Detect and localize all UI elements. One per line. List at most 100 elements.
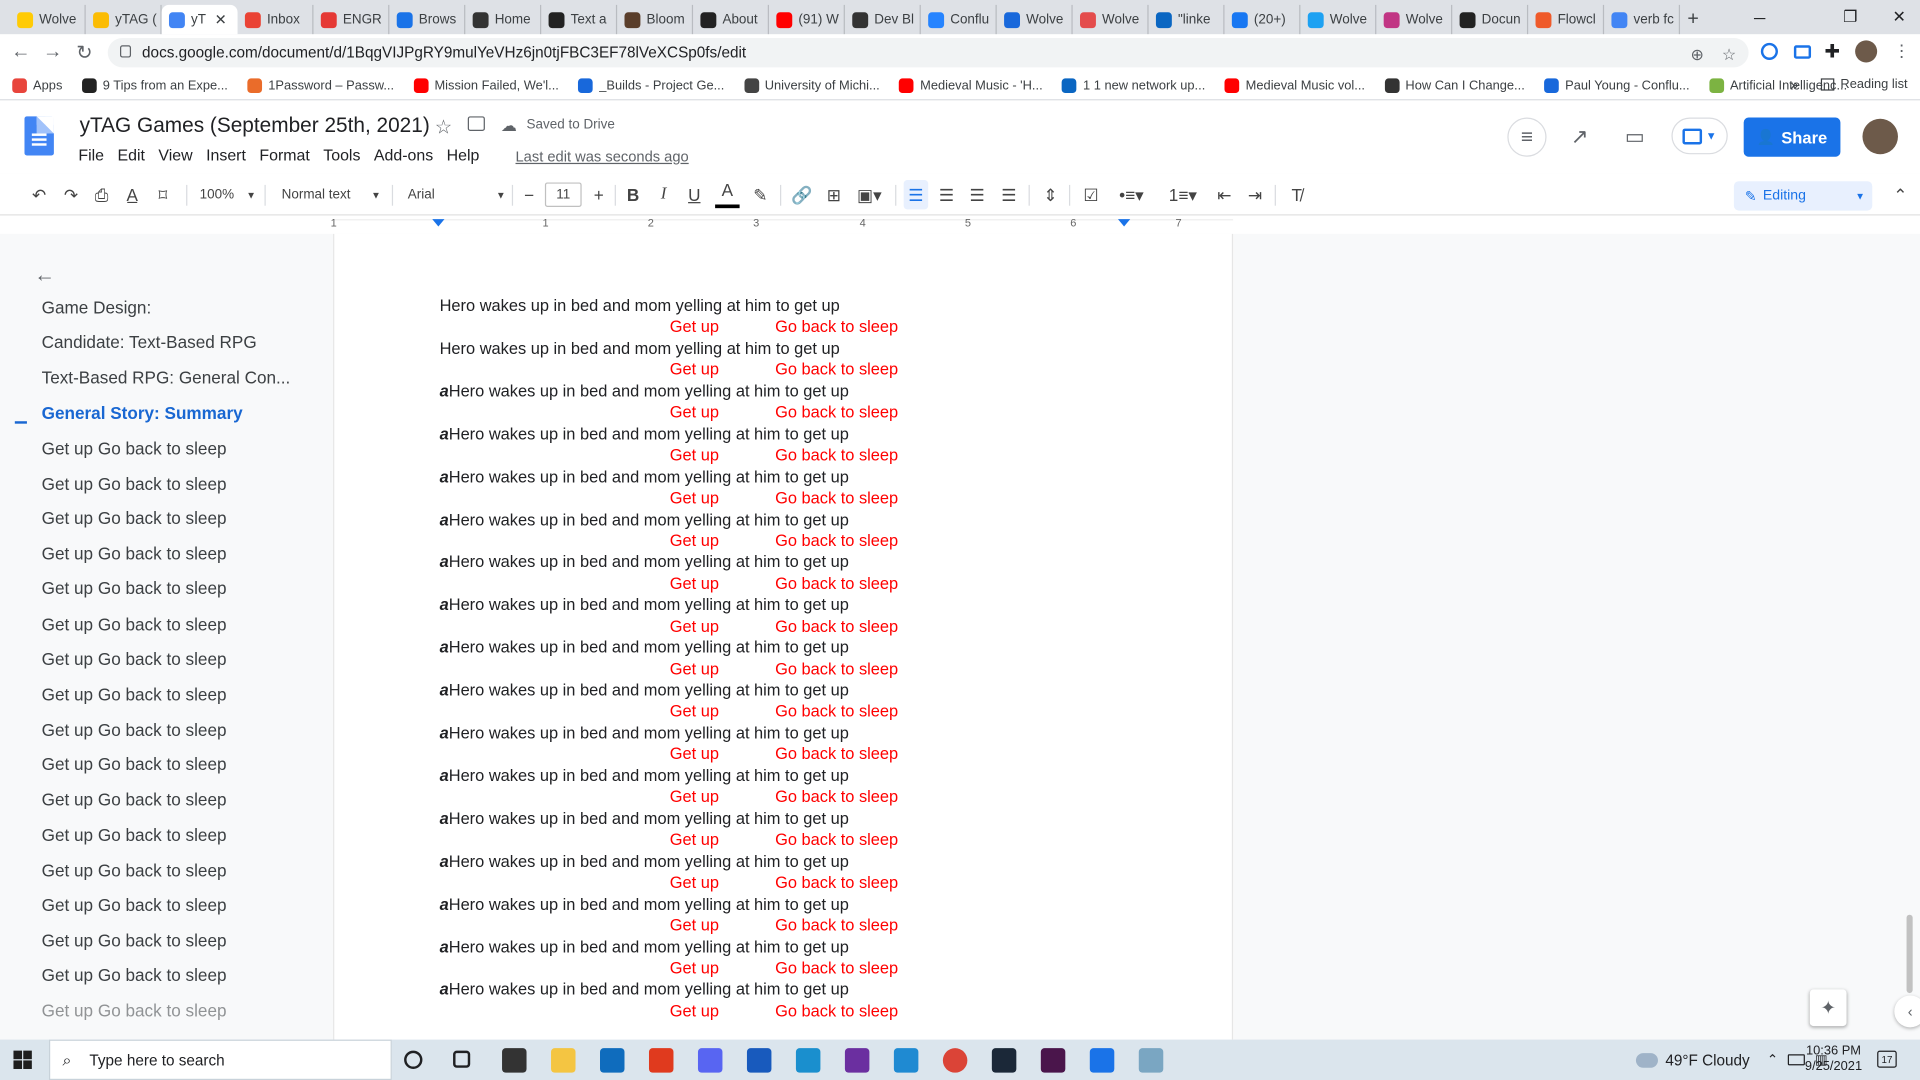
word-icon[interactable] (746, 1048, 772, 1073)
mail-icon[interactable] (600, 1048, 625, 1073)
bookmark-item[interactable]: 1 1 new network up... (1062, 77, 1205, 93)
puzzle-icon[interactable]: ✚ (1825, 40, 1840, 63)
story-line[interactable]: aHero wakes up in bed and mom yelling at… (440, 724, 849, 742)
browser-tab[interactable]: (91) W (769, 4, 845, 35)
choice-get-up[interactable]: Get up (670, 446, 719, 464)
profile-avatar[interactable] (1855, 40, 1878, 63)
outline-heading[interactable]: Get up Go back to sleep (42, 508, 227, 528)
choice-go-back-to-sleep[interactable]: Go back to sleep (775, 617, 898, 635)
zoom-icon[interactable]: ⊕ (1687, 45, 1707, 65)
address-bar[interactable]: docs.google.com/document/d/1BqgVIJPgRY9m… (107, 37, 1749, 68)
highlight-color-icon[interactable]: ✎ (748, 174, 772, 216)
choice-go-back-to-sleep[interactable]: Go back to sleep (775, 318, 898, 336)
outline-heading[interactable]: Get up Go back to sleep (42, 825, 227, 845)
browser-tab[interactable]: yTAG ( (86, 4, 162, 35)
font-size-input[interactable]: 11 (544, 182, 582, 207)
choice-go-back-to-sleep[interactable]: Go back to sleep (775, 702, 898, 720)
choice-get-up[interactable]: Get up (670, 488, 719, 506)
comments-icon[interactable]: ▭ (1615, 118, 1654, 157)
bookmark-item[interactable]: _Builds - Project Ge... (578, 77, 724, 93)
outline-heading[interactable]: Get up Go back to sleep (42, 684, 227, 704)
menu-format[interactable]: Format (259, 146, 309, 164)
browser-tab[interactable]: verb fc (1604, 4, 1681, 35)
choice-go-back-to-sleep[interactable]: Go back to sleep (775, 488, 898, 506)
bookmark-star-icon[interactable]: ☆ (1719, 45, 1739, 65)
print-icon[interactable]: ⎙ (89, 174, 113, 216)
choice-go-back-to-sleep[interactable]: Go back to sleep (775, 531, 898, 549)
bold-icon[interactable]: B (623, 174, 643, 216)
checklist-icon[interactable]: ☑ (1079, 174, 1103, 216)
redo-icon[interactable]: ↷ (59, 174, 83, 216)
menu-addons[interactable]: Add-ons (374, 146, 433, 164)
close-tab-icon[interactable]: ✕ (215, 11, 227, 28)
undo-icon[interactable]: ↶ (27, 174, 51, 216)
file-explorer-icon[interactable] (551, 1048, 576, 1073)
outline-heading[interactable]: Get up Go back to sleep (42, 931, 227, 951)
vscode-icon[interactable] (893, 1048, 919, 1073)
choice-get-up[interactable]: Get up (670, 659, 719, 677)
ruler[interactable]: 1 1 2 3 4 5 6 7 (0, 215, 1920, 234)
align-left-icon[interactable]: ☰ (903, 180, 929, 210)
bookmark-item[interactable]: Paul Young - Conflu... (1544, 77, 1690, 93)
increase-font-size-icon[interactable]: + (589, 174, 609, 216)
browser-tab[interactable]: Bloom (617, 4, 694, 35)
insert-image-icon[interactable]: ▣▾ (852, 174, 886, 216)
document-page[interactable]: Hero wakes up in bed and mom yelling at … (333, 233, 1234, 1040)
browser-tab[interactable]: Brows (389, 4, 466, 35)
outline-heading[interactable]: Get up Go back to sleep (42, 649, 227, 669)
decrease-indent-icon[interactable]: ⇤ (1212, 174, 1236, 216)
choice-go-back-to-sleep[interactable]: Go back to sleep (775, 745, 898, 763)
windows-start-icon[interactable] (13, 1050, 32, 1069)
choice-go-back-to-sleep[interactable]: Go back to sleep (775, 403, 898, 421)
discord-icon[interactable] (697, 1048, 723, 1073)
choice-get-up[interactable]: Get up (670, 574, 719, 592)
outline-heading[interactable]: Get up Go back to sleep (42, 438, 227, 458)
bookmark-item[interactable]: 9 Tips from an Expe... (81, 77, 228, 93)
story-line[interactable]: aHero wakes up in bed and mom yelling at… (440, 937, 849, 955)
battery-icon[interactable] (1787, 1054, 1806, 1066)
outline-heading[interactable]: Get up Go back to sleep (42, 895, 227, 915)
bulleted-list-icon[interactable]: •≡▾ (1112, 174, 1151, 216)
zoom-select[interactable]: 100% ▼ (200, 185, 256, 205)
choice-get-up[interactable]: Get up (670, 1001, 719, 1019)
present-meet-button[interactable]: ▼ (1671, 117, 1728, 155)
office-icon[interactable] (648, 1048, 674, 1073)
restore-button[interactable]: ❐ (1825, 0, 1876, 34)
outline-heading[interactable]: Get up Go back to sleep (42, 965, 227, 985)
choice-go-back-to-sleep[interactable]: Go back to sleep (775, 1001, 898, 1019)
choice-get-up[interactable]: Get up (670, 830, 719, 848)
star-icon[interactable]: ☆ (435, 115, 453, 139)
outline-heading[interactable]: Get up Go back to sleep (42, 790, 227, 810)
cortana-icon[interactable] (404, 1050, 423, 1069)
reading-list-button[interactable]: Reading list (1820, 77, 1908, 92)
chevron-up-icon[interactable]: ⌃ (1767, 1052, 1778, 1068)
browser-tab[interactable]: "linke (1149, 4, 1225, 35)
choice-get-up[interactable]: Get up (670, 318, 719, 336)
weather-text[interactable]: 49°F Cloudy (1665, 1051, 1749, 1068)
story-line[interactable]: aHero wakes up in bed and mom yelling at… (440, 510, 849, 528)
cast-icon[interactable] (1793, 45, 1812, 59)
slack-icon[interactable] (1040, 1048, 1066, 1073)
outline-heading[interactable]: Get up Go back to sleep (42, 754, 227, 774)
choice-go-back-to-sleep[interactable]: Go back to sleep (775, 446, 898, 464)
outline-heading[interactable]: Game Design: (42, 298, 152, 318)
menu-tools[interactable]: Tools (323, 146, 360, 164)
choice-get-up[interactable]: Get up (670, 403, 719, 421)
choice-go-back-to-sleep[interactable]: Go back to sleep (775, 574, 898, 592)
browser-tab[interactable]: ENGR (313, 4, 390, 35)
bookmarks-more[interactable]: » (1790, 76, 1798, 93)
account-avatar[interactable] (1862, 118, 1898, 155)
story-line[interactable]: aHero wakes up in bed and mom yelling at… (440, 553, 849, 571)
steam-icon[interactable] (991, 1048, 1017, 1073)
add-comment-icon[interactable]: ⊞ (822, 174, 846, 216)
story-line[interactable]: Hero wakes up in bed and mom yelling at … (440, 296, 840, 314)
clock[interactable]: 10:36 PM 9/25/2021 (1805, 1043, 1862, 1075)
choice-go-back-to-sleep[interactable]: Go back to sleep (775, 659, 898, 677)
chrome-icon[interactable] (942, 1048, 968, 1073)
browser-tab[interactable]: Text a (541, 4, 618, 35)
browser-tab[interactable]: Wolve (1300, 4, 1377, 35)
justify-icon[interactable]: ☰ (997, 174, 1021, 216)
back-icon[interactable]: ← (5, 37, 37, 69)
spellcheck-icon[interactable]: A̲ (120, 174, 144, 216)
browser-tab[interactable]: Docun (1452, 4, 1529, 35)
